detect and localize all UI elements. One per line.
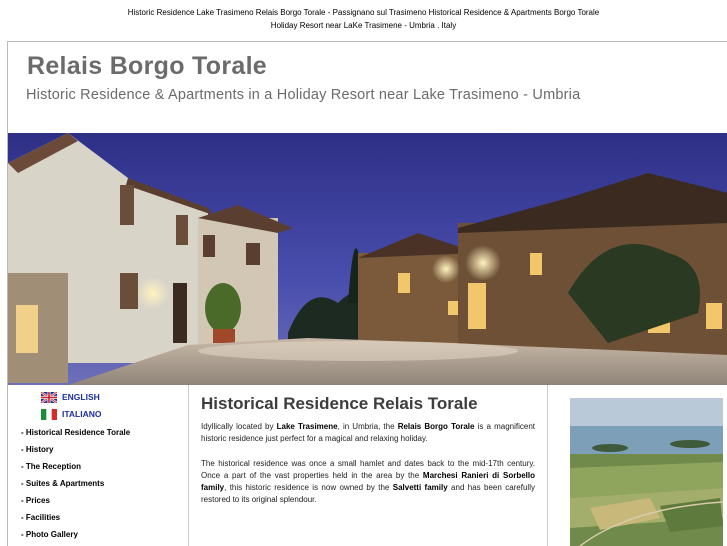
- main-content: Historical Residence Relais Torale Idyll…: [189, 385, 548, 546]
- intro-text-2: , in Umbria, the: [337, 422, 398, 431]
- language-italiano-link[interactable]: ITALIANO: [41, 407, 102, 421]
- history-paragraph: The historical residence was once a smal…: [201, 458, 535, 506]
- lake-aerial-photo: [570, 398, 723, 546]
- page-frame: Relais Borgo Torale Historic Residence &…: [7, 41, 727, 546]
- intro-lake-name: Lake Trasimene: [276, 422, 338, 431]
- left-navigation: ENGLISH ITALIANO - Historical Residence …: [8, 385, 189, 546]
- top-caption-line1: Historic Residence Lake Trasimeno Relais…: [127, 8, 600, 17]
- intro-residence-name: Relais Borgo Torale: [397, 422, 475, 431]
- nav-item-reception[interactable]: - The Reception: [21, 460, 130, 477]
- hero-illustration: [8, 133, 727, 385]
- intro-paragraph: Idyllically located by Lake Trasimene, i…: [201, 421, 535, 445]
- intro-text-1: Idyllically located by: [201, 422, 277, 431]
- nav-item-prices[interactable]: - Prices: [21, 494, 130, 511]
- top-caption-line2: Holiday Resort near LaKe Trasimene - Umb…: [270, 21, 457, 30]
- language-english-link[interactable]: ENGLISH: [41, 390, 100, 404]
- site-subtitle: Historic Residence & Apartments in a Hol…: [26, 87, 581, 103]
- lake-aerial-illustration: [570, 398, 723, 546]
- history-text-2: , this historic residence is now owned b…: [224, 483, 393, 492]
- nav-item-historical-residence[interactable]: - Historical Residence Torale: [21, 426, 130, 443]
- history-family-2: Salvetti family: [392, 483, 448, 492]
- content-row: ENGLISH ITALIANO - Historical Residence …: [8, 385, 727, 546]
- language-english-label: ENGLISH: [62, 392, 100, 402]
- uk-flag-icon: [41, 391, 57, 403]
- language-italiano-label: ITALIANO: [62, 409, 102, 419]
- site-title: Relais Borgo Torale: [27, 52, 268, 80]
- main-heading: Historical Residence Relais Torale: [201, 394, 478, 413]
- nav-list: - Historical Residence Torale - History …: [21, 426, 130, 545]
- nav-item-facilities[interactable]: - Facilities: [21, 511, 130, 528]
- nav-item-photo-gallery[interactable]: - Photo Gallery: [21, 528, 130, 545]
- nav-item-suites-apartments[interactable]: - Suites & Apartments: [21, 477, 130, 494]
- nav-item-history[interactable]: - History: [21, 443, 130, 460]
- top-caption: Historic Residence Lake Trasimeno Relais…: [0, 6, 727, 32]
- hero-photo: [8, 133, 727, 385]
- italy-flag-icon: [41, 408, 57, 420]
